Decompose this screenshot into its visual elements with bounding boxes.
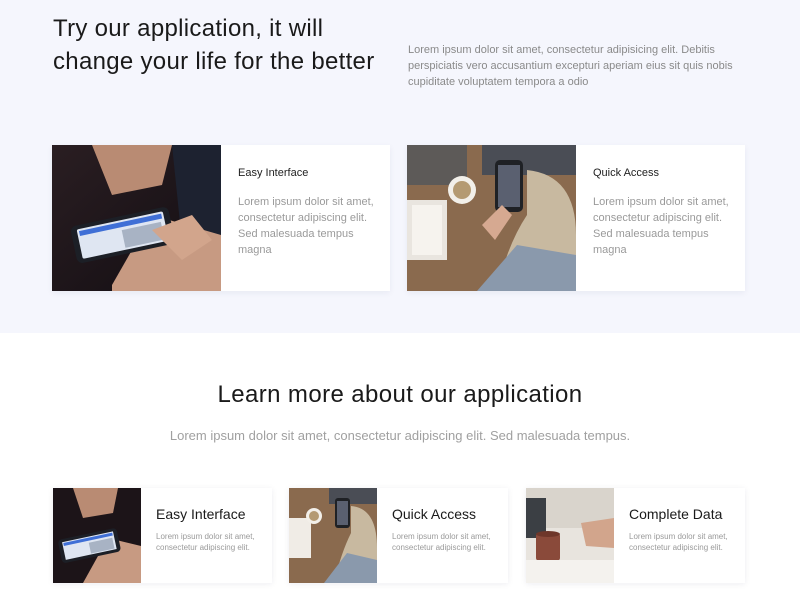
small-card-text: Lorem ipsum dolor sit amet, consectetur …	[392, 532, 491, 552]
desk-with-phone-and-coffee-photo	[407, 145, 576, 291]
section-title: Learn more about our application	[217, 381, 583, 408]
desk-with-phone-and-coffee-photo	[289, 488, 377, 583]
small-card-title: Complete Data	[629, 506, 723, 522]
small-card-text: Lorem ipsum dolor sit amet, consectetur …	[156, 532, 255, 552]
feature-card-quick-access[interactable]: Quick Access Lorem ipsum dolor sit amet,…	[407, 145, 745, 291]
section-subtitle: Lorem ipsum dolor sit amet, consectetur …	[169, 428, 631, 443]
hero-description: Lorem ipsum dolor sit amet, consectetur …	[408, 44, 733, 88]
small-card-text: Lorem ipsum dolor sit amet, consectetur …	[629, 532, 728, 552]
feature-text: Lorem ipsum dolor sit amet, consectetur …	[238, 196, 374, 256]
desk-with-cup-and-hands-photo	[526, 488, 614, 583]
feature-title: Easy Interface	[238, 167, 309, 179]
hand-holding-phone-photo	[52, 145, 221, 291]
feature-text: Lorem ipsum dolor sit amet, consectetur …	[593, 196, 729, 256]
small-card-quick-access[interactable]: Quick Access Lorem ipsum dolor sit amet,…	[289, 488, 508, 583]
small-card-title: Easy Interface	[156, 506, 246, 522]
feature-card-easy-interface[interactable]: Easy Interface Lorem ipsum dolor sit ame…	[52, 145, 390, 291]
hand-holding-phone-photo	[53, 488, 141, 583]
small-card-title: Quick Access	[392, 506, 477, 522]
small-card-complete-data[interactable]: Complete Data Lorem ipsum dolor sit amet…	[526, 488, 745, 583]
small-card-easy-interface[interactable]: Easy Interface Lorem ipsum dolor sit ame…	[53, 488, 272, 583]
feature-title: Quick Access	[593, 167, 660, 179]
hero-title: Try our application, it will change your…	[53, 15, 375, 75]
